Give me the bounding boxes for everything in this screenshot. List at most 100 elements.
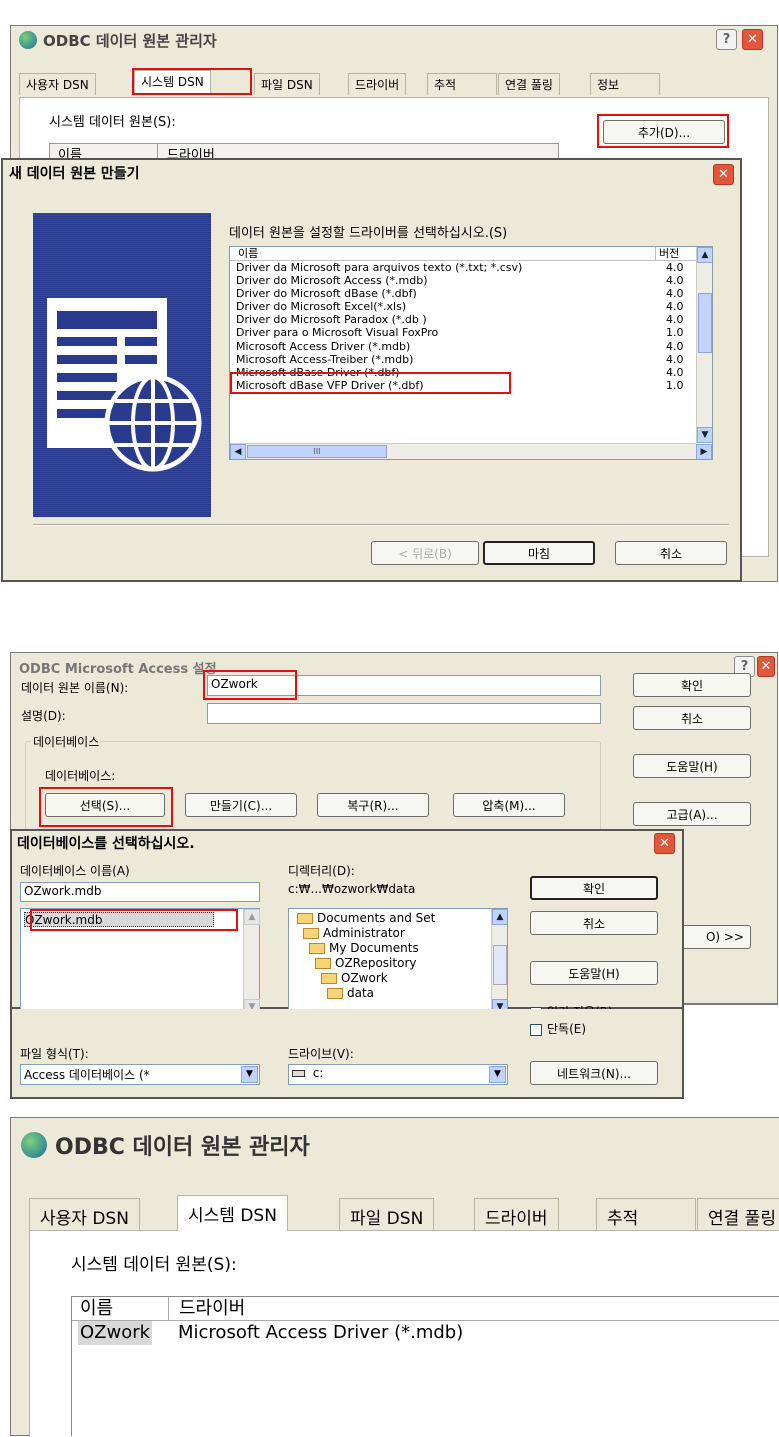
driver-row[interactable]: Driver para o Microsoft Visual FoxPro 1.0 bbox=[236, 326, 712, 339]
scroll-up-arrow-icon[interactable]: ▲ bbox=[697, 247, 712, 263]
tab-file-dsn[interactable]: 파일 DSN bbox=[254, 73, 320, 95]
admin2-dsn-row[interactable]: OZwork Microsoft Access Driver (*.mdb) bbox=[72, 1321, 779, 1345]
folder-item[interactable]: data bbox=[289, 986, 507, 1001]
folder-scroll-thumb[interactable] bbox=[493, 945, 507, 985]
hscroll-thumb[interactable]: III bbox=[247, 445, 387, 458]
admin2-column-driver[interactable]: 드라이버 bbox=[168, 1297, 245, 1321]
driver-row[interactable]: Microsoft dBase VFP Driver (*.dbf) 1.0 bbox=[236, 379, 712, 392]
driver-row[interactable]: Microsoft Access Driver (*.mdb) 4.0 bbox=[236, 340, 712, 353]
drive-select[interactable]: c: ▼ bbox=[288, 1064, 508, 1085]
file-list-vscroll[interactable]: ▲ ▼ bbox=[243, 909, 260, 1015]
driver-version: 4.0 bbox=[666, 300, 684, 314]
driver-column-version[interactable]: 버전 bbox=[655, 247, 685, 261]
driver-row[interactable]: Driver do Microsoft Paradox (*.db ) 4.0 bbox=[236, 313, 712, 326]
driver-row[interactable]: Driver do Microsoft Access (*.mdb) 4.0 bbox=[236, 274, 712, 287]
driver-row[interactable]: Driver do Microsoft Excel(*.xls) 4.0 bbox=[236, 300, 712, 313]
setup-ok-button[interactable]: 확인 bbox=[633, 673, 751, 697]
driver-row[interactable]: Microsoft dBase Driver (*.dbf) 4.0 bbox=[236, 366, 712, 379]
driver-version: 4.0 bbox=[666, 352, 684, 366]
folder-icon bbox=[321, 973, 337, 984]
compact-db-button[interactable]: 압축(M)... bbox=[453, 793, 565, 817]
admin2-dsn-name: OZwork bbox=[78, 1321, 153, 1345]
driver-list-hscroll[interactable]: ◀ III ▶ bbox=[230, 443, 712, 459]
exclusive-checkbox[interactable] bbox=[530, 1023, 542, 1036]
inner-close-button[interactable]: ✕ bbox=[713, 164, 734, 185]
file-type-label: 파일 형식(T): bbox=[20, 1047, 89, 1061]
folder-scroll-up-icon[interactable]: ▲ bbox=[492, 909, 507, 925]
help-button[interactable]: ? bbox=[716, 29, 737, 50]
drive-label: 드라이브(V): bbox=[288, 1047, 354, 1061]
drive-dropdown-arrow-icon[interactable]: ▼ bbox=[489, 1066, 506, 1083]
tab-about[interactable]: 정보 bbox=[590, 73, 660, 95]
driver-row[interactable]: Driver da Microsoft para arquivos texto … bbox=[236, 261, 712, 274]
admin2-tab-drivers[interactable]: 드라이버 bbox=[474, 1198, 559, 1231]
create-db-button[interactable]: 만들기(C)... bbox=[185, 793, 297, 817]
tab-user-dsn[interactable]: 사용자 DSN bbox=[19, 73, 96, 95]
scroll-right-arrow-icon[interactable]: ▶ bbox=[696, 444, 712, 459]
driver-list-vscroll[interactable]: ▲ ▼ bbox=[696, 247, 712, 443]
db-name-input[interactable]: OZwork.mdb bbox=[20, 882, 260, 902]
add-button[interactable]: 추가(D)... bbox=[603, 120, 725, 144]
finish-button[interactable]: 마침 bbox=[483, 541, 595, 565]
close-button[interactable]: ✕ bbox=[742, 29, 763, 50]
folder-item[interactable]: OZRepository bbox=[289, 956, 507, 971]
select-db-close-button[interactable]: ✕ bbox=[654, 833, 675, 854]
repair-db-button[interactable]: 복구(R)... bbox=[317, 793, 429, 817]
file-item[interactable]: OZwork.mdb bbox=[24, 912, 214, 927]
setup-close-button[interactable]: ✕ bbox=[757, 656, 775, 677]
network-button[interactable]: 네트워크(N)... bbox=[530, 1061, 658, 1085]
tab-connection-pooling[interactable]: 연결 풀링 bbox=[498, 73, 560, 95]
admin2-tab-tracing[interactable]: 추적 bbox=[596, 1198, 696, 1231]
admin2-tab-system-dsn[interactable]: 시스템 DSN bbox=[177, 1195, 288, 1231]
admin2-tab-user-dsn[interactable]: 사용자 DSN bbox=[29, 1198, 140, 1231]
options-button[interactable]: O) >> bbox=[679, 925, 751, 949]
tab-tracing[interactable]: 추적 bbox=[427, 73, 497, 95]
select-db-help-button[interactable]: 도움말(H) bbox=[530, 961, 658, 985]
folder-icon bbox=[297, 913, 313, 924]
admin2-dsn-list[interactable]: 이름 드라이버 OZwork Microsoft Access Driver (… bbox=[71, 1296, 779, 1436]
advanced-button[interactable]: 고급(A)... bbox=[633, 802, 751, 826]
cancel-button[interactable]: 취소 bbox=[615, 541, 727, 565]
select-db-cancel-button[interactable]: 취소 bbox=[530, 911, 658, 935]
dsn-list-header: 이름 드라이버 bbox=[49, 143, 559, 163]
driver-version: 4.0 bbox=[666, 274, 684, 288]
driver-column-name[interactable]: 이름 bbox=[238, 247, 258, 261]
select-db-button[interactable]: 선택(S)... bbox=[45, 793, 165, 817]
file-list[interactable]: OZwork.mdb ▲ ▼ bbox=[20, 908, 260, 1016]
back-button[interactable]: < 뒤로(B) bbox=[371, 541, 479, 565]
driver-row[interactable]: Microsoft Access-Treiber (*.mdb) 4.0 bbox=[236, 353, 712, 366]
admin2-tab-file-dsn[interactable]: 파일 DSN bbox=[339, 1198, 435, 1231]
exclusive-option[interactable]: 단독(E) bbox=[530, 1020, 586, 1037]
driver-version: 4.0 bbox=[666, 287, 684, 301]
admin2-column-name[interactable]: 이름 bbox=[80, 1297, 113, 1321]
setup-help-text-button[interactable]: 도움말(H) bbox=[633, 754, 751, 778]
setup-cancel-button[interactable]: 취소 bbox=[633, 706, 751, 730]
folder-item[interactable]: My Documents bbox=[289, 941, 507, 956]
dsn-name-input[interactable]: OZwork bbox=[207, 675, 601, 696]
admin2-tab-connection-pooling[interactable]: 연결 풀링 bbox=[697, 1198, 779, 1231]
driver-list[interactable]: 이름 버전 Driver da Microsoft para arquivos … bbox=[229, 246, 713, 460]
driver-version: 1.0 bbox=[666, 378, 684, 392]
folder-vscroll[interactable]: ▲ ▼ bbox=[491, 909, 507, 1015]
folder-item[interactable]: Administrator bbox=[289, 926, 507, 941]
tab-drivers[interactable]: 드라이버 bbox=[348, 73, 407, 95]
dropdown-arrow-icon[interactable]: ▼ bbox=[241, 1066, 258, 1083]
driver-row[interactable]: Driver do Microsoft dBase (*.dbf) 4.0 bbox=[236, 287, 712, 300]
driver-name: Driver do Microsoft Paradox (*.db ) bbox=[236, 313, 427, 327]
folder-item[interactable]: OZwork bbox=[289, 971, 507, 986]
tab-system-dsn[interactable]: 시스템 DSN bbox=[134, 70, 211, 95]
folder-item[interactable]: Documents and Set bbox=[289, 911, 507, 926]
directory-value: c:₩...₩ozwork₩data bbox=[288, 882, 416, 896]
directory-label: 디렉터리(D): bbox=[288, 864, 355, 878]
select-db-ok-button[interactable]: 확인 bbox=[530, 876, 658, 900]
folder-tree[interactable]: Documents and Set Administrator My Documen… bbox=[288, 908, 508, 1016]
description-input[interactable] bbox=[207, 703, 601, 724]
driver-version: 4.0 bbox=[666, 339, 684, 353]
scroll-down-arrow-icon[interactable]: ▼ bbox=[697, 427, 712, 443]
driver-name: Driver da Microsoft para arquivos texto … bbox=[236, 261, 523, 274]
file-type-select[interactable]: Access 데이터베이스 (* ▼ bbox=[20, 1064, 260, 1085]
scroll-left-arrow-icon[interactable]: ◀ bbox=[230, 444, 246, 459]
file-scroll-up-icon[interactable]: ▲ bbox=[244, 909, 260, 925]
folder-label: data bbox=[347, 986, 375, 1000]
scroll-thumb[interactable] bbox=[698, 293, 712, 353]
